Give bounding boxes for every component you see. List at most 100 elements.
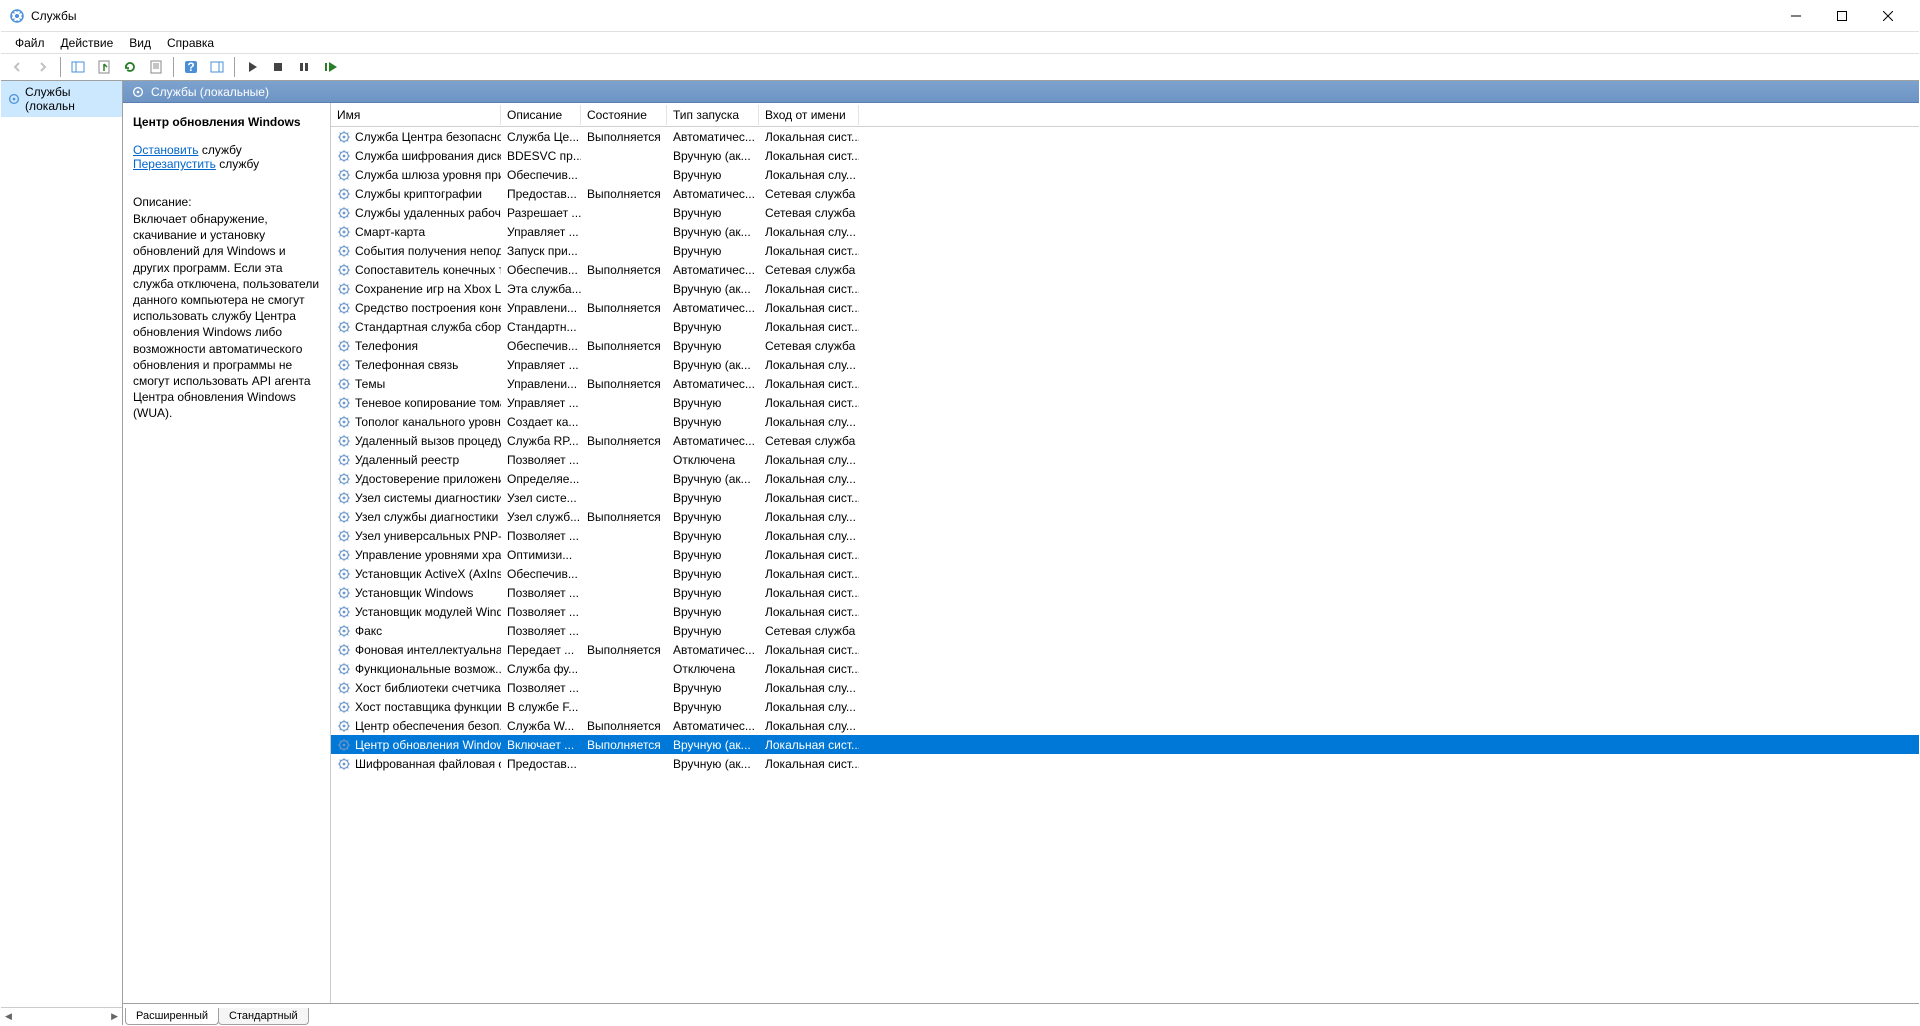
table-row[interactable]: Сохранение игр на Xbox LiveЭта служба...… — [331, 279, 1919, 298]
cell-description: Разрешает ... — [501, 205, 581, 221]
cell-state — [581, 630, 667, 632]
gear-icon — [337, 301, 351, 315]
table-row[interactable]: Сопоставитель конечных т...Обеспечив...В… — [331, 260, 1919, 279]
table-row[interactable]: Хост поставщика функции ...В службе F...… — [331, 697, 1919, 716]
close-button[interactable] — [1865, 1, 1911, 31]
table-row[interactable]: Тополог канального уровняСоздает ка...Вр… — [331, 412, 1919, 431]
table-row[interactable]: Стандартная служба сбор...Стандартн...Вр… — [331, 317, 1919, 336]
column-state[interactable]: Состояние — [581, 105, 667, 125]
menu-view[interactable]: Вид — [121, 34, 159, 52]
table-row[interactable]: Смарт-картаУправляет ...Вручную (ак...Ло… — [331, 222, 1919, 241]
table-row[interactable]: Узел службы диагностикиУзел служб...Выпо… — [331, 507, 1919, 526]
minimize-button[interactable] — [1773, 1, 1819, 31]
scroll-left-icon[interactable]: ◀ — [1, 1011, 16, 1022]
cell-state — [581, 592, 667, 594]
table-row[interactable]: Функциональные возмож...Служба фу...Откл… — [331, 659, 1919, 678]
cell-description: Обеспечив... — [501, 566, 581, 582]
menu-file[interactable]: Файл — [7, 34, 53, 52]
cell-description: Управляет ... — [501, 395, 581, 411]
table-row[interactable]: Службы удаленных рабочи...Разрешает ...В… — [331, 203, 1919, 222]
cell-logon: Локальная сист... — [759, 376, 859, 392]
table-row[interactable]: Удаленный вызов процеду...Служба RP...Вы… — [331, 431, 1919, 450]
export-list-button[interactable] — [92, 55, 116, 79]
table-row[interactable]: Служба шлюза уровня при...Обеспечив...Вр… — [331, 165, 1919, 184]
list-header: Имя Описание Состояние Тип запуска Вход … — [331, 103, 1919, 127]
stop-service-link[interactable]: Остановить — [133, 143, 199, 157]
cell-state: Выполняется — [581, 186, 667, 202]
gear-icon — [337, 738, 351, 752]
cell-startup: Вручную (ак... — [667, 756, 759, 772]
table-row[interactable]: Удостоверение приложенияОпределяе...Вруч… — [331, 469, 1919, 488]
cell-state — [581, 364, 667, 366]
forward-button[interactable] — [31, 55, 55, 79]
column-startup[interactable]: Тип запуска — [667, 105, 759, 125]
cell-description: Позволяет ... — [501, 680, 581, 696]
main-area: Службы (локальн ◀ ▶ Службы (локальные) Ц… — [1, 81, 1919, 1025]
table-row[interactable]: Удаленный реестрПозволяет ...ОтключенаЛо… — [331, 450, 1919, 469]
table-row[interactable]: Службы криптографииПредостав...Выполняет… — [331, 184, 1919, 203]
cell-state — [581, 554, 667, 556]
table-row[interactable]: Средство построения коне...Управлени...В… — [331, 298, 1919, 317]
cell-name: Теневое копирование тома — [331, 395, 501, 411]
table-row[interactable]: ТелефонияОбеспечив...ВыполняетсяВручнуюС… — [331, 336, 1919, 355]
maximize-button[interactable] — [1819, 1, 1865, 31]
help-button[interactable]: ? — [179, 55, 203, 79]
table-row[interactable]: Установщик ActiveX (AxInst...Обеспечив..… — [331, 564, 1919, 583]
back-button[interactable] — [5, 55, 29, 79]
table-row[interactable]: Телефонная связьУправляет ...Вручную (ак… — [331, 355, 1919, 374]
start-service-button[interactable] — [240, 55, 264, 79]
column-logon[interactable]: Вход от имени — [759, 105, 859, 125]
table-row[interactable]: События получения непод...Запуск при...В… — [331, 241, 1919, 260]
cell-state: Выполняется — [581, 262, 667, 278]
menu-action[interactable]: Действие — [53, 34, 122, 52]
restart-service-link[interactable]: Перезапустить — [133, 157, 216, 171]
cell-startup: Вручную — [667, 338, 759, 354]
table-row[interactable]: Фоновая интеллектуальна...Передает ...Вы… — [331, 640, 1919, 659]
table-row[interactable]: ТемыУправлени...ВыполняетсяАвтоматичес..… — [331, 374, 1919, 393]
properties-button[interactable] — [144, 55, 168, 79]
table-row[interactable]: Управление уровнями хра...Оптимизи...Вру… — [331, 545, 1919, 564]
refresh-button[interactable] — [118, 55, 142, 79]
tree-scrollbar[interactable]: ◀ ▶ — [1, 1007, 122, 1025]
column-description[interactable]: Описание — [501, 105, 581, 125]
cell-state — [581, 326, 667, 328]
gear-icon — [337, 529, 351, 543]
table-row[interactable]: Узел системы диагностикиУзел систе...Вру… — [331, 488, 1919, 507]
gear-icon — [337, 719, 351, 733]
table-row[interactable]: Шифрованная файловая си...Предостав...Вр… — [331, 754, 1919, 773]
cell-state — [581, 212, 667, 214]
services-list[interactable]: Имя Описание Состояние Тип запуска Вход … — [331, 103, 1919, 1003]
gear-icon — [337, 624, 351, 638]
cell-startup: Вручную — [667, 509, 759, 525]
table-row[interactable]: Установщик модулей Wind...Позволяет ...В… — [331, 602, 1919, 621]
show-hide-tree-button[interactable] — [66, 55, 90, 79]
menu-help[interactable]: Справка — [159, 34, 222, 52]
stop-service-button[interactable] — [266, 55, 290, 79]
pause-service-button[interactable] — [292, 55, 316, 79]
tab-extended[interactable]: Расширенный — [125, 1008, 219, 1025]
cell-name: Шифрованная файловая си... — [331, 756, 501, 772]
tab-standard[interactable]: Стандартный — [218, 1008, 309, 1025]
table-row[interactable]: Хост библиотеки счетчика ...Позволяет ..… — [331, 678, 1919, 697]
table-row[interactable]: Теневое копирование томаУправляет ...Вру… — [331, 393, 1919, 412]
tree-root-item[interactable]: Службы (локальн — [1, 81, 122, 117]
table-row[interactable]: Узел универсальных PNP-у...Позволяет ...… — [331, 526, 1919, 545]
cell-logon: Локальная слу... — [759, 414, 859, 430]
table-row[interactable]: Установщик WindowsПозволяет ...ВручнуюЛо… — [331, 583, 1919, 602]
scroll-right-icon[interactable]: ▶ — [107, 1011, 122, 1022]
table-row[interactable]: Служба Центра безопасно...Служба Це...Вы… — [331, 127, 1919, 146]
table-row[interactable]: ФаксПозволяет ...ВручнуюСетевая служба — [331, 621, 1919, 640]
restart-service-button[interactable] — [318, 55, 342, 79]
table-row[interactable]: Центр обеспечения безоп...Служба W...Вып… — [331, 716, 1919, 735]
cell-logon: Локальная слу... — [759, 718, 859, 734]
cell-startup: Вручную — [667, 490, 759, 506]
table-row[interactable]: Служба шифрования диско...BDESVC пр...Вр… — [331, 146, 1919, 165]
cell-description: Управляет ... — [501, 224, 581, 240]
window-title: Службы — [31, 9, 1773, 23]
cell-logon: Локальная слу... — [759, 452, 859, 468]
table-row[interactable]: Центр обновления WindowsВключает ...Выпо… — [331, 735, 1919, 754]
show-hide-action-button[interactable] — [205, 55, 229, 79]
services-window: Службы Файл Действие Вид Справка ? — [0, 0, 1920, 1026]
column-name[interactable]: Имя — [331, 105, 501, 125]
cell-name: Хост библиотеки счетчика ... — [331, 680, 501, 696]
